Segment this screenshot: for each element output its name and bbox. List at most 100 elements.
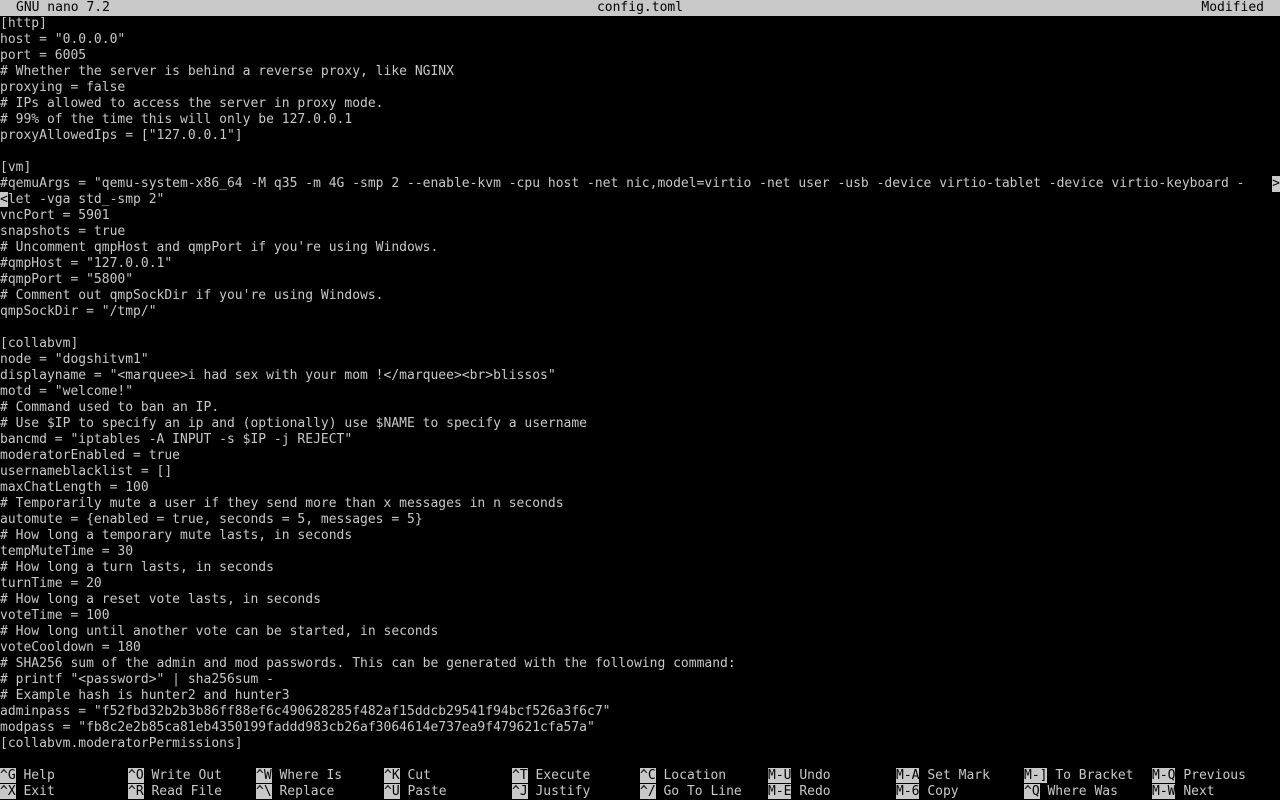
editor-line[interactable]: [collabvm.moderatorPermissions] — [0, 736, 1280, 752]
shortcut-execute[interactable]: ^T Execute — [512, 768, 640, 784]
editor-line[interactable] — [0, 320, 1280, 336]
editor-line[interactable]: moderatorEnabled = true — [0, 448, 1280, 464]
shortcut-to-bracket[interactable]: M-] To Bracket — [1024, 768, 1152, 784]
editor-line[interactable]: voteTime = 100 — [0, 608, 1280, 624]
app-version: GNU nano 7.2 — [16, 0, 110, 15]
shortcut-redo[interactable]: M-E Redo — [768, 784, 896, 800]
shortcut-label: Location — [663, 768, 727, 783]
shortcut-help-bar: ^G Help ^O Write Out ^W Where Is ^K Cut ^T E… — [0, 768, 1280, 800]
editor-line[interactable]: # Example hash is hunter2 and hunter3 — [0, 688, 1280, 704]
shortcut-label: Cut — [407, 768, 431, 783]
editor-line[interactable]: port = 6005 — [0, 48, 1280, 64]
shortcut-label: Help — [23, 768, 55, 783]
editor-line[interactable]: node = "dogshitvm1" — [0, 352, 1280, 368]
shortcut-label: Exit — [23, 784, 55, 799]
shortcut-label: Undo — [799, 768, 831, 783]
editor-line[interactable]: # How long a temporary mute lasts, in se… — [0, 528, 1280, 544]
editor-line[interactable]: # Comment out qmpSockDir if you're using… — [0, 288, 1280, 304]
shortcut-help[interactable]: ^G Help — [0, 768, 128, 784]
editor-line[interactable]: turnTime = 20 — [0, 576, 1280, 592]
modified-status: Modified — [1201, 0, 1264, 15]
editor-line[interactable]: # printf "<password>" | sha256sum - — [0, 672, 1280, 688]
editor-line[interactable]: # Use $IP to specify an ip and (optional… — [0, 416, 1280, 432]
editor-line[interactable]: <let -vga std_-smp 2" — [0, 192, 1280, 208]
file-name: config.toml — [596, 0, 684, 15]
shortcut-label: To Bracket — [1055, 768, 1134, 783]
editor-line[interactable]: motd = "welcome!" — [0, 384, 1280, 400]
shortcut-justify[interactable]: ^J Justify — [512, 784, 640, 800]
shortcut-paste[interactable]: ^U Paste — [384, 784, 512, 800]
shortcut-label: Set Mark — [927, 768, 990, 783]
shortcut-key: ^R — [128, 784, 144, 799]
editor-line[interactable]: qmpSockDir = "/tmp/" — [0, 304, 1280, 320]
editor-text-area[interactable]: [http] host = "0.0.0.0" port = 6005 # Wheth… — [0, 16, 1280, 752]
editor-line[interactable]: snapshots = true — [0, 224, 1280, 240]
line-text: #qemuArgs = "qemu-system-x86_64 -M q35 -… — [0, 176, 1245, 191]
editor-line[interactable]: adminpass = "f52fbd32b2b3b86ff88ef6c4906… — [0, 704, 1280, 720]
shortcut-previous[interactable]: M-Q Previous — [1152, 768, 1280, 784]
editor-line[interactable]: bancmd = "iptables -A INPUT -s $IP -j RE… — [0, 432, 1280, 448]
editor-line[interactable]: proxyAllowedIps = ["127.0.0.1"] — [0, 128, 1280, 144]
shortcut-exit[interactable]: ^X Exit — [0, 784, 128, 800]
shortcut-key: M-A — [896, 768, 920, 783]
shortcut-label: Go To Line — [663, 784, 742, 799]
editor-line[interactable]: [collabvm] — [0, 336, 1280, 352]
editor-line[interactable]: #qemuArgs = "qemu-system-x86_64 -M q35 -… — [0, 176, 1280, 192]
editor-line[interactable]: # Temporarily mute a user if they send m… — [0, 496, 1280, 512]
shortcut-replace[interactable]: ^\ Replace — [256, 784, 384, 800]
editor-line[interactable]: host = "0.0.0.0" — [0, 32, 1280, 48]
shortcut-next[interactable]: M-W Next — [1152, 784, 1280, 800]
editor-line[interactable]: # Uncomment qmpHost and qmpPort if you'r… — [0, 240, 1280, 256]
editor-line[interactable]: # How long until another vote can be sta… — [0, 624, 1280, 640]
editor-line[interactable]: # 99% of the time this will only be 127.… — [0, 112, 1280, 128]
editor-line[interactable]: usernameblacklist = [] — [0, 464, 1280, 480]
editor-line[interactable]: vncPort = 5901 — [0, 208, 1280, 224]
shortcut-key: ^O — [128, 768, 144, 783]
shortcut-key: M-E — [768, 784, 792, 799]
shortcut-key: ^/ — [640, 784, 656, 799]
shortcut-label: Previous — [1183, 768, 1246, 783]
shortcut-key: ^G — [0, 768, 16, 783]
shortcut-location[interactable]: ^C Location — [640, 768, 768, 784]
shortcut-key: M-U — [768, 768, 792, 783]
editor-line[interactable]: # IPs allowed to access the server in pr… — [0, 96, 1280, 112]
line-text: let -vga std_-smp 2" — [7, 192, 165, 207]
shortcut-label: Redo — [799, 784, 831, 799]
shortcut-label: Read File — [151, 784, 222, 799]
shortcut-label: Justify — [535, 784, 591, 799]
shortcut-key: M-W — [1152, 784, 1176, 799]
shortcut-where-is[interactable]: ^W Where Is — [256, 768, 384, 784]
editor-line[interactable]: modpass = "fb8c2e2b85ca81eb4350199faddd9… — [0, 720, 1280, 736]
shortcut-undo[interactable]: M-U Undo — [768, 768, 896, 784]
title-bar: config.toml GNU nano 7.2 Modified — [0, 0, 1280, 16]
editor-line[interactable]: automute = {enabled = true, seconds = 5,… — [0, 512, 1280, 528]
editor-line[interactable]: tempMuteTime = 30 — [0, 544, 1280, 560]
editor-line[interactable]: # Command used to ban an IP. — [0, 400, 1280, 416]
editor-line[interactable]: [http] — [0, 16, 1280, 32]
editor-line[interactable]: # How long a reset vote lasts, in second… — [0, 592, 1280, 608]
editor-line[interactable]: voteCooldown = 180 — [0, 640, 1280, 656]
shortcut-key: ^K — [384, 768, 400, 783]
shortcut-set-mark[interactable]: M-A Set Mark — [896, 768, 1024, 784]
shortcut-where-was[interactable]: ^Q Where Was — [1024, 784, 1152, 800]
shortcut-key: ^U — [384, 784, 400, 799]
editor-line[interactable]: # How long a turn lasts, in seconds — [0, 560, 1280, 576]
editor-line[interactable]: #qmpPort = "5800" — [0, 272, 1280, 288]
editor-line[interactable]: displayname = "<marquee>i had sex with y… — [0, 368, 1280, 384]
shortcut-label: Replace — [279, 784, 335, 799]
shortcut-go-to-line[interactable]: ^/ Go To Line — [640, 784, 768, 800]
editor-line[interactable]: proxying = false — [0, 80, 1280, 96]
editor-line[interactable]: # Whether the server is behind a reverse… — [0, 64, 1280, 80]
shortcut-key: ^J — [512, 784, 528, 799]
shortcut-key: ^X — [0, 784, 16, 799]
shortcut-copy[interactable]: M-6 Copy — [896, 784, 1024, 800]
shortcut-cut[interactable]: ^K Cut — [384, 768, 512, 784]
editor-line[interactable] — [0, 144, 1280, 160]
editor-line[interactable]: maxChatLength = 100 — [0, 480, 1280, 496]
editor-line[interactable]: [vm] — [0, 160, 1280, 176]
editor-line[interactable]: # SHA256 sum of the admin and mod passwo… — [0, 656, 1280, 672]
shortcut-read-file[interactable]: ^R Read File — [128, 784, 256, 800]
shortcut-write-out[interactable]: ^O Write Out — [128, 768, 256, 784]
editor-line[interactable]: #qmpHost = "127.0.0.1" — [0, 256, 1280, 272]
shortcut-label: Paste — [407, 784, 447, 799]
